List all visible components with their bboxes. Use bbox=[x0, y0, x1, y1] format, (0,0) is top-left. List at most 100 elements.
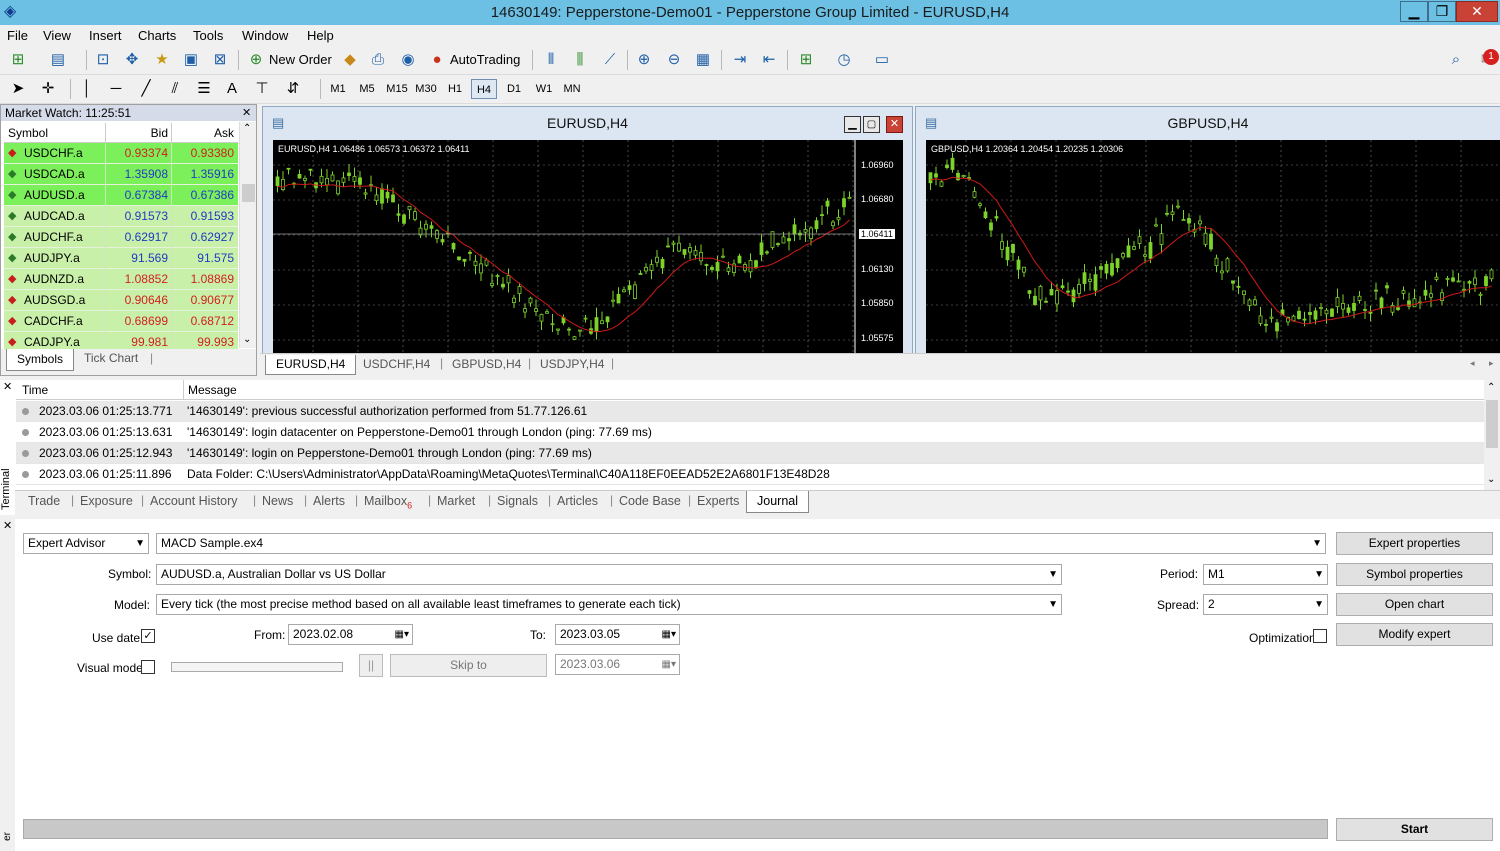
terminal-tab-code-base[interactable]: Code Base bbox=[619, 491, 681, 513]
chart-shift-icon[interactable]: ⇤ bbox=[759, 50, 779, 70]
profiles-icon[interactable]: ▤ bbox=[48, 50, 68, 70]
model-select[interactable]: Every tick (the most precise method base… bbox=[156, 594, 1062, 615]
close-icon[interactable]: ✕ bbox=[242, 106, 251, 119]
timeframe-mn[interactable]: MN bbox=[559, 79, 585, 99]
close-button[interactable]: ✕ bbox=[1456, 1, 1498, 22]
menu-help[interactable]: Help bbox=[307, 28, 334, 43]
terminal-tab-news[interactable]: News bbox=[262, 491, 293, 513]
chart-canvas-eurusd[interactable]: EURUSD,H4 1.06486 1.06573 1.06372 1.0641… bbox=[273, 140, 903, 353]
market-watch-row[interactable]: ◆ AUDUSD.a 0.67384 0.67386 bbox=[4, 185, 238, 206]
market-watch-row[interactable]: ◆ AUDNZD.a 1.08852 1.08869 bbox=[4, 269, 238, 290]
timeframe-h4[interactable]: H4 bbox=[471, 79, 497, 99]
signals-icon[interactable]: ◉ bbox=[398, 50, 418, 70]
terminal-tab-experts[interactable]: Experts bbox=[697, 491, 739, 513]
horizontal-line-icon[interactable]: ─ bbox=[106, 79, 126, 99]
journal-row[interactable]: 2023.03.06 01:25:11.896 Data Folder: C:\U… bbox=[16, 464, 1484, 485]
new-order-icon[interactable]: ⊕ bbox=[246, 50, 266, 70]
market-watch-row[interactable]: ◆ AUDCHF.a 0.62917 0.62927 bbox=[4, 227, 238, 248]
chart-minimize-button[interactable]: ▁ bbox=[844, 116, 861, 133]
print-icon[interactable]: ⎙ bbox=[368, 50, 388, 70]
chart-tab-eurusd[interactable]: EURUSD,H4 bbox=[265, 355, 357, 375]
chart-tab-usdchf[interactable]: USDCHF,H4 bbox=[363, 355, 430, 375]
menu-tools[interactable]: Tools bbox=[193, 28, 223, 43]
timeframe-h1[interactable]: H1 bbox=[442, 79, 468, 99]
terminal-tab-exposure[interactable]: Exposure bbox=[80, 491, 133, 513]
menu-charts[interactable]: Charts bbox=[138, 28, 176, 43]
terminal-tab-alerts[interactable]: Alerts bbox=[313, 491, 345, 513]
timeframe-m5[interactable]: M5 bbox=[354, 79, 380, 99]
skip-to-button[interactable]: Skip to bbox=[390, 654, 547, 677]
chart-close-button[interactable]: ✕ bbox=[886, 116, 903, 133]
calendar-icon[interactable]: ▦▾ bbox=[662, 625, 676, 644]
scroll-down-icon[interactable]: ⌄ bbox=[243, 334, 251, 345]
zoom-out-icon[interactable]: ⊖ bbox=[664, 50, 684, 70]
indicators-icon[interactable]: ⊞ bbox=[796, 50, 816, 70]
tester-type-select[interactable]: Expert Advisor ▼ bbox=[23, 533, 149, 554]
scrollbar-thumb[interactable] bbox=[1486, 400, 1498, 448]
start-button[interactable]: Start bbox=[1336, 818, 1493, 841]
terminal-tab-signals[interactable]: Signals bbox=[497, 491, 538, 513]
text-label-icon[interactable]: ⊤ bbox=[252, 79, 272, 99]
terminal-tab-journal[interactable]: Journal bbox=[746, 491, 809, 513]
menu-file[interactable]: File bbox=[7, 28, 28, 43]
visual-speed-slider[interactable] bbox=[171, 662, 343, 672]
timeframe-d1[interactable]: D1 bbox=[501, 79, 527, 99]
use-date-checkbox[interactable]: ✓ bbox=[141, 629, 155, 643]
terminal-tab-trade[interactable]: Trade bbox=[28, 491, 60, 513]
tab-symbols[interactable]: Symbols bbox=[6, 349, 75, 371]
column-ask[interactable]: Ask bbox=[214, 126, 234, 140]
line-chart-icon[interactable]: ⟋ bbox=[600, 50, 620, 70]
chart-tab-gbpusd[interactable]: GBPUSD,H4 bbox=[452, 355, 521, 375]
favorites-icon[interactable]: ★ bbox=[152, 50, 172, 70]
menu-view[interactable]: View bbox=[43, 28, 71, 43]
autotrading-button[interactable]: AutoTrading bbox=[450, 49, 520, 71]
timeframe-m15[interactable]: M15 bbox=[384, 79, 410, 99]
modify-expert-button[interactable]: Modify expert bbox=[1336, 623, 1493, 646]
market-watch-row[interactable]: ◆ CADCHF.a 0.68699 0.68712 bbox=[4, 311, 238, 332]
column-bid[interactable]: Bid bbox=[151, 126, 168, 140]
vertical-line-icon[interactable]: │ bbox=[77, 79, 97, 99]
templates-icon[interactable]: ▭ bbox=[872, 50, 892, 70]
calendar-icon[interactable]: ▦▾ bbox=[395, 625, 409, 644]
new-order-button[interactable]: New Order bbox=[269, 49, 332, 71]
strategy-tester-icon[interactable]: ⊠ bbox=[210, 50, 230, 70]
periods-icon[interactable]: ◷ bbox=[834, 50, 854, 70]
chart-tab-usdjpy[interactable]: USDJPY,H4 bbox=[540, 355, 604, 375]
search-icon[interactable]: ⌕ bbox=[1446, 50, 1466, 70]
terminal-tab-market[interactable]: Market bbox=[437, 491, 475, 513]
autotrading-icon[interactable]: ● bbox=[427, 50, 447, 70]
column-symbol[interactable]: Symbol bbox=[8, 126, 48, 140]
market-watch-row[interactable]: ◆ AUDJPY.a 91.569 91.575 bbox=[4, 248, 238, 269]
chart-restore-button[interactable]: ▢ bbox=[863, 116, 880, 133]
journal-row[interactable]: 2023.03.06 01:25:12.943 '14630149': login… bbox=[16, 443, 1484, 464]
open-chart-button[interactable]: Open chart bbox=[1336, 593, 1493, 616]
tile-windows-icon[interactable]: ▦ bbox=[693, 50, 713, 70]
candlestick-icon[interactable]: ⫼ bbox=[570, 50, 590, 70]
to-date-input[interactable]: 2023.03.05 ▦▾ bbox=[555, 624, 680, 645]
fibonacci-icon[interactable]: ☰ bbox=[194, 79, 214, 99]
spread-select[interactable]: 2 ▼ bbox=[1203, 594, 1328, 615]
scroll-left-icon[interactable]: ◂ bbox=[1470, 358, 1475, 369]
symbol-properties-button[interactable]: Symbol properties bbox=[1336, 563, 1493, 586]
skip-date-input[interactable]: 2023.03.06 ▦▾ bbox=[555, 654, 680, 675]
from-date-input[interactable]: 2023.02.08 ▦▾ bbox=[288, 624, 413, 645]
scroll-up-icon[interactable]: ⌃ bbox=[1487, 382, 1495, 393]
timeframe-m1[interactable]: M1 bbox=[325, 79, 351, 99]
scrollbar-thumb[interactable] bbox=[242, 184, 255, 202]
timeframe-m30[interactable]: M30 bbox=[413, 79, 439, 99]
cursor-icon[interactable]: ➤ bbox=[8, 79, 28, 99]
trendline-icon[interactable]: ╱ bbox=[136, 79, 156, 99]
timeframe-w1[interactable]: W1 bbox=[531, 79, 557, 99]
minimize-button[interactable]: ▁ bbox=[1400, 1, 1428, 22]
terminal-scrollbar[interactable]: ⌃ ⌄ bbox=[1484, 380, 1500, 490]
tab-tick-chart[interactable]: Tick Chart bbox=[84, 351, 138, 365]
symbol-select[interactable]: AUDUSD.a, Australian Dollar vs US Dollar… bbox=[156, 564, 1062, 585]
maximize-button[interactable]: ❐ bbox=[1428, 1, 1456, 22]
arrows-icon[interactable]: ⇵ bbox=[283, 79, 303, 99]
menu-insert[interactable]: Insert bbox=[89, 28, 122, 43]
market-watch-icon[interactable]: ⊡ bbox=[93, 50, 113, 70]
scroll-right-icon[interactable]: ▸ bbox=[1489, 358, 1494, 369]
chart-canvas-gbpusd[interactable]: GBPUSD,H4 1.20364 1.20454 1.20235 1.2030… bbox=[926, 140, 1500, 353]
close-icon[interactable]: ✕ bbox=[3, 380, 12, 393]
zoom-in-icon[interactable]: ⊕ bbox=[634, 50, 654, 70]
